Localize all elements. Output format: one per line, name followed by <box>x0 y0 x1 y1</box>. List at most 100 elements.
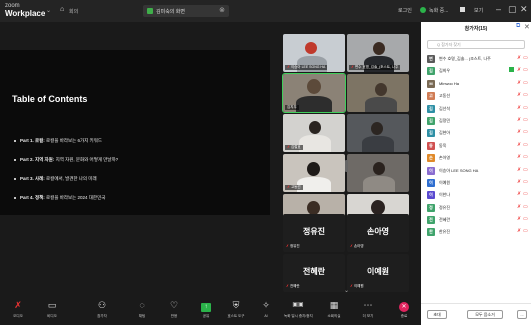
participant-row[interactable]: 한 한유진 ✗ ▭ <box>421 226 531 238</box>
participant-row[interactable]: M Minwoo Ha ✗ ▭ <box>421 78 531 90</box>
mic-off-icon[interactable]: ✗ <box>517 80 521 86</box>
participant-row[interactable]: 변 변수 호명_김솔... (조스트, 나주 ✗ ▭ <box>421 53 531 65</box>
mic-off-icon[interactable]: ✗ <box>517 92 521 98</box>
video-tile[interactable]: ✗김철호 <box>283 114 345 152</box>
meeting-tab[interactable]: 김미숙의 화면 ⊗ <box>143 5 229 17</box>
mute-all-button[interactable]: 모두 음소거 <box>467 310 503 319</box>
participant-row[interactable]: 이 이승아 LEE SONG HA ✗ ▭ <box>421 165 531 177</box>
close-icon[interactable]: ✕ <box>524 23 530 31</box>
mic-off-icon[interactable]: ✗ <box>517 216 521 222</box>
mic-off-icon[interactable]: ✗ <box>517 67 521 73</box>
avatar: 변 <box>427 55 435 63</box>
audio-button[interactable]: ✗ 오디오 <box>4 299 32 319</box>
video-tile[interactable] <box>347 114 409 152</box>
close-icon[interactable]: ✕ <box>520 4 528 15</box>
participant-name-tile[interactable]: 손아영 ✗손아영 <box>347 214 409 252</box>
recording-pause-icon[interactable] <box>460 7 465 12</box>
video-off-icon[interactable]: ▭ <box>523 228 528 234</box>
participant-row[interactable]: 김 김선석 ✗ ▭ <box>421 103 531 115</box>
video-off-icon[interactable]: ▭ <box>523 191 528 197</box>
share-screen-button[interactable]: ↑ 공유 <box>192 299 220 319</box>
panel-header: 참가자(15) ⧉ ✕ <box>421 22 531 36</box>
participant-row[interactable]: 고 고동선 ✗ ▭ <box>421 90 531 102</box>
participant-row[interactable]: 이 이예원 ✗ ▭ <box>421 177 531 189</box>
video-off-icon[interactable]: ▭ <box>523 142 528 148</box>
video-off-icon[interactable]: ▭ <box>523 92 528 98</box>
pop-out-icon[interactable]: ⧉ <box>516 23 520 30</box>
tool-label: 채팅 <box>138 314 146 318</box>
participant-row[interactable]: 정 정유진 ✗ ▭ <box>421 202 531 214</box>
home-label[interactable]: 회의 <box>69 8 78 15</box>
video-off-icon[interactable]: ▭ <box>523 154 528 160</box>
invite-button[interactable]: 초대 <box>427 310 447 319</box>
stop-view-icon[interactable]: ⊗ <box>219 6 225 14</box>
chevron-down-icon[interactable]: ⌄ <box>344 287 349 294</box>
video-tile[interactable]: ✗변수 호명_김솔_(조스트, 나주 <box>347 34 409 72</box>
end-meeting-button[interactable]: ✕ 종료 <box>390 299 418 319</box>
chevron-down-icon[interactable]: ⌄ <box>46 7 51 14</box>
more-options-button[interactable]: ... <box>517 310 527 319</box>
mic-off-icon[interactable]: ✗ <box>517 167 521 173</box>
mic-off-icon[interactable]: ✗ <box>517 105 521 111</box>
view-menu-button[interactable]: 보기 <box>474 7 483 14</box>
mic-off-icon[interactable]: ✗ <box>517 228 521 234</box>
video-tile-active-speaker[interactable]: 김지우 <box>282 73 346 113</box>
video-name-label: ✗고동선 <box>285 185 303 190</box>
video-off-icon[interactable]: ▭ <box>523 105 528 111</box>
video-tile[interactable]: ✗고동선 <box>283 154 345 192</box>
participant-name-small: ✗이예원 <box>350 284 364 288</box>
security-shield-icon[interactable] <box>420 7 426 13</box>
video-off-icon[interactable]: ▭ <box>523 67 528 73</box>
mic-off-icon[interactable]: ✗ <box>517 191 521 197</box>
video-tile[interactable]: ✗이승아 LEE SONG HA <box>283 34 345 72</box>
video-off-icon[interactable]: ▭ <box>523 204 528 210</box>
participant-name-tile[interactable]: 이예원 ✗이예원 <box>347 254 409 292</box>
shared-screen: Table of Contents Part 1. 로컬: 로컬을 바라보는 6… <box>0 50 270 215</box>
mic-off-icon[interactable]: ✗ <box>517 154 521 160</box>
participant-row[interactable]: 이 이한나 ✗ ▭ <box>421 189 531 201</box>
video-off-icon[interactable]: ▭ <box>523 129 528 135</box>
participant-name-tile[interactable]: 전혜란 ✗전혜란 <box>283 254 345 292</box>
minimize-icon[interactable]: – <box>496 4 501 14</box>
video-off-icon[interactable]: ▭ <box>523 55 528 61</box>
tool-label: 녹화 일시 중지/중지 <box>284 314 313 318</box>
breakout-rooms-button[interactable]: ▦ 소회의실 <box>320 299 348 319</box>
ai-companion-button[interactable]: ✧ AI <box>252 299 280 318</box>
more-button[interactable]: ⋯ 더 보기 <box>354 299 382 319</box>
mic-off-icon[interactable]: ✗ <box>517 179 521 185</box>
participant-row[interactable]: 손 손아영 ✗ ▭ <box>421 152 531 164</box>
tab-label: 김미숙의 화면 <box>156 9 185 15</box>
participant-name-tile[interactable]: 정유진 ✗정유진 <box>283 214 345 252</box>
participant-row[interactable]: 동 동욱 ✗ ▭ <box>421 140 531 152</box>
grid-scroll-handle[interactable] <box>345 160 348 172</box>
recording-status[interactable]: 녹화 중... <box>429 7 448 14</box>
participant-search-input[interactable]: Q 참가자 찾기 <box>427 40 525 49</box>
video-off-icon[interactable]: ▭ <box>523 216 528 222</box>
reaction-icon: ♡ <box>169 300 179 310</box>
login-button[interactable]: 로그인 <box>398 7 412 14</box>
participants-button[interactable]: ⚇ 참가자 <box>88 299 116 319</box>
maximize-icon[interactable]: ▢ <box>508 4 517 15</box>
recording-control-button[interactable]: ▣▣ 녹화 일시 중지/중지 <box>284 299 313 319</box>
participant-row[interactable]: 김 김정민 ✗ ▭ <box>421 115 531 127</box>
chat-button[interactable]: ◌ 채팅 <box>128 299 156 319</box>
mic-off-icon[interactable]: ✗ <box>517 142 521 148</box>
avatar: 김 <box>427 116 435 125</box>
video-tile[interactable] <box>347 154 409 192</box>
mic-off-icon[interactable]: ✗ <box>517 117 521 123</box>
participant-row[interactable]: 김 김현아 ✗ ▭ <box>421 127 531 139</box>
home-icon[interactable]: ⌂ <box>60 6 64 13</box>
participant-row[interactable]: 김 김희우 ✗ ▭ <box>421 65 531 77</box>
video-off-icon[interactable]: ▭ <box>523 80 528 86</box>
participant-row[interactable]: 전 전혜란 ✗ ▭ <box>421 214 531 226</box>
mic-off-icon[interactable]: ✗ <box>517 204 521 210</box>
mic-off-icon[interactable]: ✗ <box>517 55 521 61</box>
reaction-button[interactable]: ♡ 반응 <box>160 299 188 319</box>
video-off-icon[interactable]: ▭ <box>523 179 528 185</box>
mic-off-icon[interactable]: ✗ <box>517 129 521 135</box>
host-tools-button[interactable]: ⛨ 호스트 도구 <box>222 299 250 319</box>
video-button[interactable]: ▭ 비디오 <box>38 299 66 319</box>
video-off-icon[interactable]: ▭ <box>523 117 528 123</box>
video-off-icon[interactable]: ▭ <box>523 167 528 173</box>
video-tile[interactable] <box>347 74 409 112</box>
